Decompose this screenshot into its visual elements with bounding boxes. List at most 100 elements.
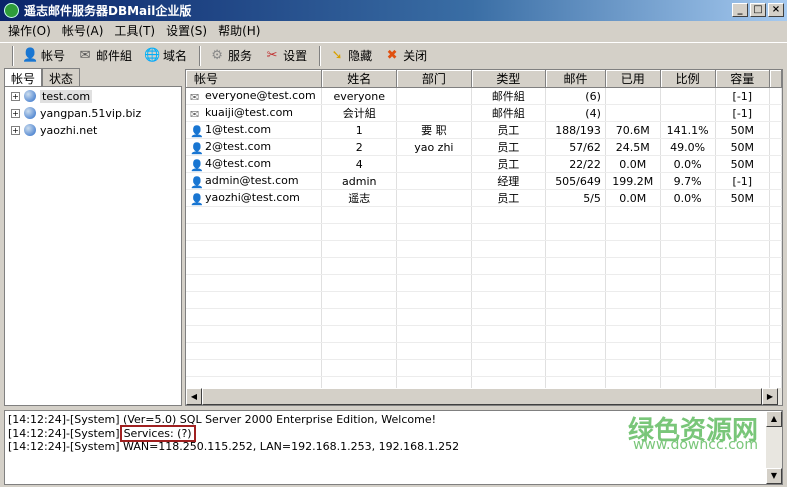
empty-cell — [660, 240, 716, 258]
cell-text: (4) — [585, 106, 601, 120]
cell-2: 要 职 — [396, 121, 472, 139]
tree-node-domain[interactable]: + yangpan.51vip.biz — [5, 105, 181, 121]
cell-0: ✉ everyone@test.com — [186, 87, 323, 105]
menu-tools[interactable]: 工具(T) — [110, 22, 162, 39]
expand-icon[interactable]: + — [11, 125, 20, 135]
empty-cell — [660, 257, 716, 275]
column-header[interactable]: 姓名 — [321, 70, 398, 88]
horizontal-scrollbar[interactable]: ◀ ▶ — [186, 388, 782, 405]
domain-tree: + test.com + yangpan.51vip.biz + yaozhi.net — [4, 86, 182, 406]
expand-icon[interactable]: + — [11, 91, 20, 101]
expand-icon[interactable]: + — [11, 108, 20, 118]
cell-text: 2 — [355, 140, 363, 154]
table-row[interactable]: 👤1@test.com 1 要 职 员工 188/193 70.6M 141.1% 50M — [186, 121, 782, 139]
toolbar-separator — [199, 45, 202, 66]
empty-cell — [769, 257, 782, 275]
column-header[interactable]: 帐号 — [186, 70, 323, 88]
empty-cell — [605, 223, 661, 241]
table-row[interactable]: ✉ everyone@test.com everyone 邮件組 (6) [-1] — [186, 87, 782, 105]
column-header[interactable]: 容量 — [715, 70, 771, 88]
menu-help[interactable]: 帮助(H) — [214, 22, 267, 39]
tree-node-domain[interactable]: + test.com — [5, 88, 181, 104]
scroll-right-button[interactable]: ▶ — [762, 388, 778, 405]
empty-cell — [660, 274, 716, 292]
column-header[interactable]: 邮件 — [545, 70, 606, 88]
cell-5: 199.2M — [605, 172, 661, 190]
table-row[interactable]: 👤yaozhi@test.com 遥志 员工 5/5 0.0M 0.0% 50M — [186, 189, 782, 207]
log-text-highlighted: Services: (?) — [119, 424, 196, 442]
menu-bar: 操作(O) 帐号(A) 工具(T) 设置(S) 帮助(H) — [0, 21, 267, 40]
cell-0: 👤1@test.com — [186, 121, 323, 139]
close-button[interactable]: ✖ 关闭 — [380, 47, 435, 64]
tab-status[interactable]: 状态 — [42, 68, 81, 88]
user-icon: 👤 — [190, 142, 204, 155]
cell-text: 0.0M — [619, 157, 647, 171]
cell-3: 邮件組 — [471, 87, 547, 105]
column-header[interactable]: 比例 — [660, 70, 716, 88]
globe-icon — [24, 90, 36, 102]
group-icon: ✉ — [190, 108, 200, 121]
table-row[interactable]: 👤4@test.com 4 员工 22/22 0.0M 0.0% 50M — [186, 155, 782, 173]
cell-4: 57/62 — [545, 138, 606, 156]
table-row[interactable]: ✉ kuaiji@test.com 会计組 邮件組 (4) [-1] — [186, 104, 782, 122]
cell-4: 188/193 — [545, 121, 606, 139]
tab-account[interactable]: 帐号 — [4, 68, 43, 88]
cell-text: 50M — [730, 157, 755, 171]
menu-account[interactable]: 帐号(A) — [58, 22, 111, 39]
menu-operate[interactable]: 操作(O) — [4, 22, 58, 39]
empty-cell — [186, 325, 323, 343]
empty-cell — [396, 206, 472, 224]
cell-2 — [396, 104, 472, 122]
scroll-up-button[interactable]: ▲ — [766, 411, 782, 427]
close-window-button[interactable]: × — [768, 3, 784, 17]
cell-text: 5/5 — [583, 191, 601, 205]
column-header[interactable]: 部门 — [396, 70, 472, 88]
cell-5 — [605, 104, 661, 122]
minimize-button[interactable]: _ — [732, 3, 748, 17]
settings-button[interactable]: ✂ 设置 — [260, 47, 315, 64]
empty-cell — [715, 223, 771, 241]
empty-cell — [769, 291, 782, 309]
scroll-left-button[interactable]: ◀ — [186, 388, 202, 405]
empty-cell — [715, 342, 771, 360]
empty-cell — [605, 342, 661, 360]
scroll-down-button[interactable]: ▼ — [766, 468, 782, 484]
empty-cell — [321, 206, 398, 224]
empty-cell — [545, 257, 606, 275]
mail-group-icon: ✉ — [79, 47, 91, 63]
domain-button[interactable]: 🌐 域名 — [140, 47, 195, 64]
tree-node-domain[interactable]: + yaozhi.net — [5, 122, 181, 138]
cell-6: 0.0% — [660, 155, 716, 173]
cell-7: [-1] — [715, 104, 771, 122]
hide-button[interactable]: ➘ 隐藏 — [325, 47, 380, 64]
table-row[interactable]: 👤admin@test.com admin 经理 505/649 199.2M 9.7% [… — [186, 172, 782, 190]
column-header[interactable]: 已用 — [605, 70, 661, 88]
account-button[interactable]: 👤 帐号 — [18, 47, 73, 64]
empty-cell — [715, 274, 771, 292]
hide-icon: ➘ — [331, 47, 343, 63]
tools-icon: ✂ — [266, 47, 278, 63]
table-row[interactable]: 👤2@test.com 2 yao zhi 员工 57/62 24.5M 49.0% 50M — [186, 138, 782, 156]
user-icon: 👤 — [190, 193, 204, 206]
cell-3: 经理 — [471, 172, 547, 190]
column-header[interactable]: 类型 — [471, 70, 547, 88]
mail-group-button[interactable]: ✉ 邮件組 — [73, 47, 140, 64]
cell-text: 50M — [730, 140, 755, 154]
vertical-scrollbar[interactable]: ▲ ▼ — [766, 411, 782, 484]
cell-text: 4@test.com — [205, 157, 272, 170]
scroll-thumb[interactable] — [202, 388, 762, 405]
account-list: 帐号 姓名 部门 类型 邮件 已用 比例 容量 ✉ everyone@test.com every… — [185, 69, 783, 406]
empty-cell — [605, 359, 661, 377]
cell-5: 24.5M — [605, 138, 661, 156]
empty-cell — [660, 223, 716, 241]
service-button[interactable]: ⚙ 服务 — [205, 47, 260, 64]
maximize-button[interactable]: □ — [750, 3, 766, 17]
empty-row — [186, 342, 782, 360]
empty-cell — [321, 223, 398, 241]
empty-cell — [396, 291, 472, 309]
menu-settings[interactable]: 设置(S) — [162, 22, 214, 39]
cell-text: 要 职 — [421, 124, 447, 137]
cell-0: 👤yaozhi@test.com — [186, 189, 323, 207]
cell-text: 0.0% — [673, 157, 702, 171]
cell-1: 1 — [321, 121, 398, 139]
